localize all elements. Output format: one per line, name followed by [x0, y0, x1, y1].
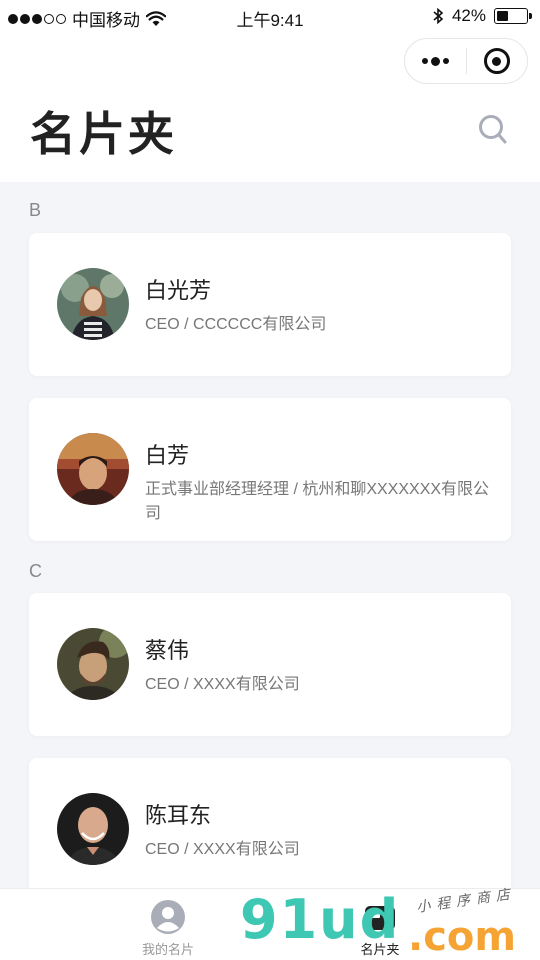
battery-percent: 42%: [451, 6, 486, 25]
contact-card[interactable]: 白光芳 CEO / CCCCCC有限公司: [29, 233, 511, 376]
section-letter: C: [29, 561, 42, 581]
contact-name: 白芳: [145, 443, 190, 468]
tab-my-card[interactable]: 我的名片: [108, 889, 228, 960]
card-holder-icon: [365, 906, 395, 930]
tab-card-holder[interactable]: 名片夹: [320, 889, 440, 960]
avatar: [57, 628, 129, 700]
search-icon[interactable]: [478, 114, 508, 148]
tab-bar: 我的名片 名片夹: [0, 888, 540, 960]
bluetooth-icon: [433, 7, 444, 25]
contact-meta: CEO / CCCCCC有限公司: [145, 316, 327, 333]
status-bar: 中国移动 上午9:41 42%: [0, 0, 540, 32]
target-close-icon[interactable]: [466, 48, 527, 74]
tab-label: 我的名片: [141, 942, 194, 957]
more-dots-icon[interactable]: [405, 56, 466, 66]
contact-card[interactable]: 陈耳东 CEO / XXXX有限公司: [29, 758, 511, 901]
avatar: [57, 268, 129, 340]
mini-program-capsule: [404, 38, 528, 84]
page-header: 名片夹: [0, 32, 540, 182]
tab-label: 名片夹: [360, 942, 400, 957]
section-letter: B: [29, 200, 42, 220]
contact-meta: CEO / XXXX有限公司: [145, 841, 300, 858]
page-title: 名片夹: [30, 108, 177, 160]
contact-name: 蔡伟: [145, 638, 190, 663]
battery-level: [497, 11, 508, 21]
avatar: [57, 793, 129, 865]
contact-meta: CEO / XXXX有限公司: [145, 676, 300, 693]
contact-name: 陈耳东: [145, 803, 212, 828]
contact-name: 白光芳: [145, 278, 212, 303]
contact-card[interactable]: 白芳 正式事业部经理经理 / 杭州和聊XXXXXXX有限公司: [29, 398, 511, 541]
contact-meta: 正式事业部经理经理 / 杭州和聊XXXXXXX有限公司: [145, 481, 490, 522]
user-icon: [151, 900, 185, 934]
contact-card[interactable]: 蔡伟 CEO / XXXX有限公司: [29, 593, 511, 736]
avatar: [57, 433, 129, 505]
status-right: 42%: [432, 6, 532, 26]
battery-icon: [494, 8, 532, 24]
